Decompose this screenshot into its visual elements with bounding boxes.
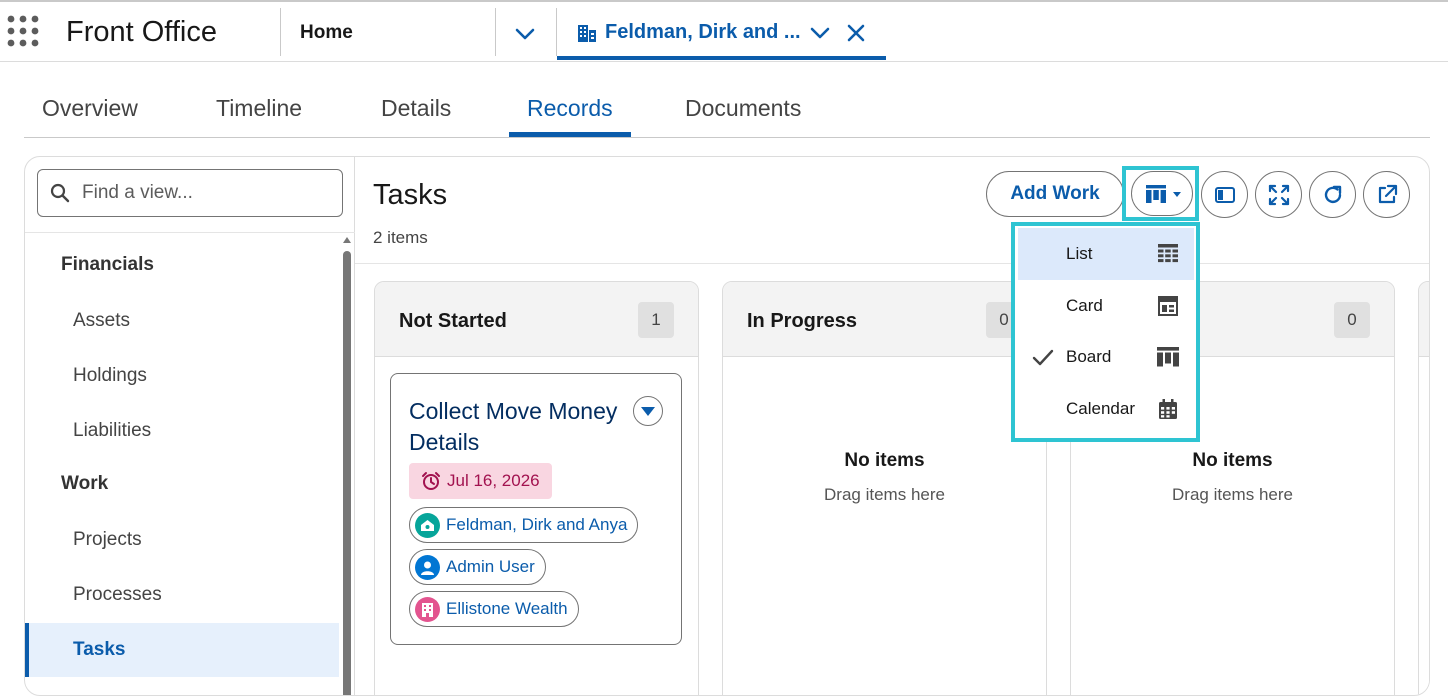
sidebar-group-work: Work	[61, 473, 109, 494]
pill-label: Admin User	[446, 557, 535, 576]
related-account-pill[interactable]: Ellistone Wealth	[409, 591, 579, 627]
caret-down-icon	[641, 407, 655, 416]
divider	[355, 263, 1429, 264]
empty-state-hint: Drag items here	[1172, 485, 1293, 504]
view-menu-item-board[interactable]: Board	[1018, 331, 1194, 383]
menu-item-label: Calendar	[1066, 399, 1135, 418]
alarm-clock-icon	[422, 472, 440, 490]
task-card[interactable]: Collect Move Money Details Jul 16, 2026	[390, 373, 682, 645]
household-icon	[415, 512, 440, 538]
due-date-text: Jul 16, 2026	[447, 471, 540, 490]
refresh-icon	[1324, 185, 1342, 204]
record-page: Overview Timeline Details Records Docume…	[0, 62, 1448, 696]
tab-menu-chevron-icon[interactable]	[809, 22, 831, 44]
pill-label: Feldman, Dirk and Anya	[446, 515, 628, 534]
view-sidebar: Financials Assets Holdings Liabilities W…	[25, 157, 355, 695]
view-switcher-button[interactable]	[1131, 171, 1193, 216]
menu-item-label: List	[1066, 244, 1093, 263]
view-menu-item-calendar[interactable]: Calendar	[1018, 383, 1194, 435]
search-icon	[50, 183, 70, 203]
related-household-pill[interactable]: Feldman, Dirk and Anya	[409, 507, 639, 543]
menu-item-label: Board	[1066, 347, 1112, 366]
item-count: 2 items	[373, 228, 428, 247]
scrollbar-thumb[interactable]	[343, 251, 351, 695]
due-date-badge: Jul 16, 2026	[409, 463, 552, 499]
card-actions-button[interactable]	[633, 396, 663, 426]
menu-item-label: Card	[1066, 296, 1103, 315]
list-grid-icon	[1158, 244, 1178, 263]
board-column-4	[1418, 281, 1429, 695]
record-tabs: Overview Timeline Details Records Docume…	[24, 62, 1430, 138]
nav-overflow-chevron-icon[interactable]	[512, 22, 538, 46]
check-icon	[1032, 349, 1054, 366]
column-header: In Progress 0	[723, 282, 1046, 357]
tab-documents[interactable]: Documents	[685, 95, 801, 122]
board-column-in-progress: In Progress 0 No items Drag items here	[722, 281, 1047, 695]
search-input[interactable]	[82, 178, 332, 208]
empty-state-title: No items	[1192, 450, 1273, 471]
column-header: Not Started 1	[375, 282, 698, 357]
view-menu-item-card[interactable]: Card	[1018, 280, 1194, 332]
find-view-search[interactable]	[37, 169, 343, 217]
expand-icon	[1268, 184, 1290, 206]
task-title-link[interactable]: Collect Move Money Details	[409, 396, 619, 458]
building-icon	[415, 596, 440, 622]
sidebar-item-holdings[interactable]: Holdings	[25, 349, 339, 403]
view-menu-item-list[interactable]: List	[1018, 228, 1194, 280]
app-name: Front Office	[66, 16, 217, 48]
column-count-badge: 1	[638, 302, 674, 338]
panel-left-icon	[1215, 187, 1235, 203]
refresh-button[interactable]	[1309, 171, 1356, 218]
nav-home-tab[interactable]: Home	[300, 22, 353, 44]
column-title: Not Started	[399, 310, 507, 332]
sidebar-group-financials: Financials	[61, 254, 154, 275]
expand-button[interactable]	[1255, 171, 1302, 218]
empty-state-hint: Drag items here	[824, 485, 945, 504]
sidebar-item-liabilities[interactable]: Liabilities	[25, 404, 339, 458]
workspace-tab-record[interactable]: Feldman, Dirk and ...	[557, 2, 886, 60]
app-header: Front Office Home Feldman, Dirk and ...	[0, 0, 1448, 62]
toggle-sidebar-button[interactable]	[1201, 171, 1248, 218]
sidebar-item-assets[interactable]: Assets	[25, 294, 339, 348]
active-tab-indicator	[509, 132, 631, 137]
tab-overview[interactable]: Overview	[42, 95, 138, 122]
card-layout-icon	[1158, 296, 1178, 316]
records-panel: Financials Assets Holdings Liabilities W…	[24, 156, 1430, 696]
caret-down-icon	[1173, 192, 1181, 197]
list-title: Tasks	[373, 179, 448, 211]
related-user-pill[interactable]: Admin User	[409, 549, 546, 585]
kanban-icon	[1157, 347, 1179, 367]
add-work-button[interactable]: Add Work	[986, 171, 1124, 217]
view-menu-focus: List Card Board Calendar	[1011, 222, 1200, 442]
column-header	[1419, 282, 1429, 357]
sidebar-scrollbar[interactable]	[341, 235, 353, 695]
tab-details[interactable]: Details	[381, 95, 451, 122]
workspace-tab-label: Feldman, Dirk and ...	[605, 21, 801, 43]
open-new-window-button[interactable]	[1363, 171, 1410, 218]
app-launcher-icon[interactable]	[6, 14, 40, 48]
sidebar-item-projects[interactable]: Projects	[25, 513, 339, 567]
close-icon[interactable]	[845, 22, 867, 44]
column-title: In Progress	[747, 310, 858, 332]
user-icon	[415, 554, 440, 580]
scroll-up-arrow-icon[interactable]	[343, 237, 351, 243]
calendar-icon	[1159, 399, 1177, 419]
nav-divider	[495, 8, 496, 56]
sidebar-item-tasks[interactable]: Tasks	[25, 623, 339, 677]
board-column-not-started: Not Started 1 Collect Move Money Details…	[374, 281, 699, 695]
tab-records[interactable]: Records	[527, 95, 613, 122]
view-switcher-focus	[1122, 166, 1199, 221]
column-count-badge: 0	[1334, 302, 1370, 338]
kanban-icon	[1146, 185, 1166, 203]
empty-state-title: No items	[844, 450, 925, 471]
building-icon	[578, 25, 596, 42]
view-menu: List Card Board Calendar	[1018, 228, 1194, 436]
divider	[25, 232, 355, 233]
tab-timeline[interactable]: Timeline	[216, 95, 302, 122]
new-window-icon	[1378, 184, 1398, 204]
sidebar-item-processes[interactable]: Processes	[25, 568, 339, 622]
pill-label: Ellistone Wealth	[446, 599, 568, 618]
nav-divider	[280, 8, 281, 56]
